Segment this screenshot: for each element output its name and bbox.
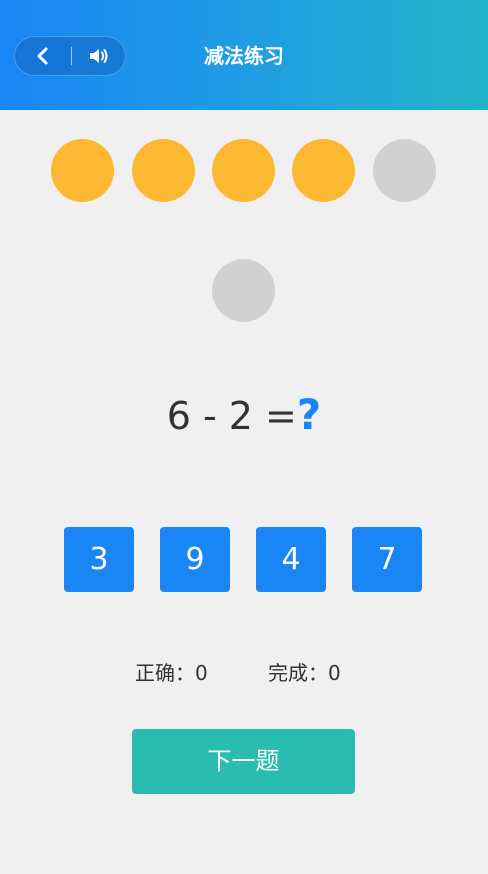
counting-dot-filled <box>292 139 355 202</box>
counting-dot-filled <box>132 139 195 202</box>
equation-expression: 6 - 2 = <box>166 394 297 438</box>
option-button[interactable]: 3 <box>64 527 134 592</box>
option-button[interactable]: 9 <box>160 527 230 592</box>
next-question-button[interactable]: 下一题 <box>132 729 355 794</box>
done-stat: 完成：0 <box>268 658 341 688</box>
question-mark: ? <box>296 390 322 439</box>
answer-options: 3 9 4 7 <box>64 527 424 593</box>
chevron-left-icon <box>37 47 48 65</box>
speaker-icon <box>90 49 108 63</box>
nav-capsule <box>14 36 126 76</box>
header-bar: 减法练习 <box>0 0 488 110</box>
counting-dot-empty <box>373 139 436 202</box>
done-label: 完成： <box>268 661 328 685</box>
equation: 6 - 2 =? <box>0 388 488 443</box>
score-stats: 正确：0 完成：0 <box>0 658 488 688</box>
sound-button[interactable] <box>72 37 126 75</box>
back-button[interactable] <box>15 37 71 75</box>
counting-dots <box>51 139 437 203</box>
done-value: 0 <box>328 661 341 685</box>
counting-dot-filled <box>212 139 275 202</box>
counting-dot-filled <box>51 139 114 202</box>
option-button[interactable]: 4 <box>256 527 326 592</box>
answer-dot <box>212 259 275 322</box>
option-button[interactable]: 7 <box>352 527 422 592</box>
correct-value: 0 <box>195 661 208 685</box>
correct-label: 正确： <box>135 661 195 685</box>
correct-stat: 正确：0 <box>135 658 208 688</box>
